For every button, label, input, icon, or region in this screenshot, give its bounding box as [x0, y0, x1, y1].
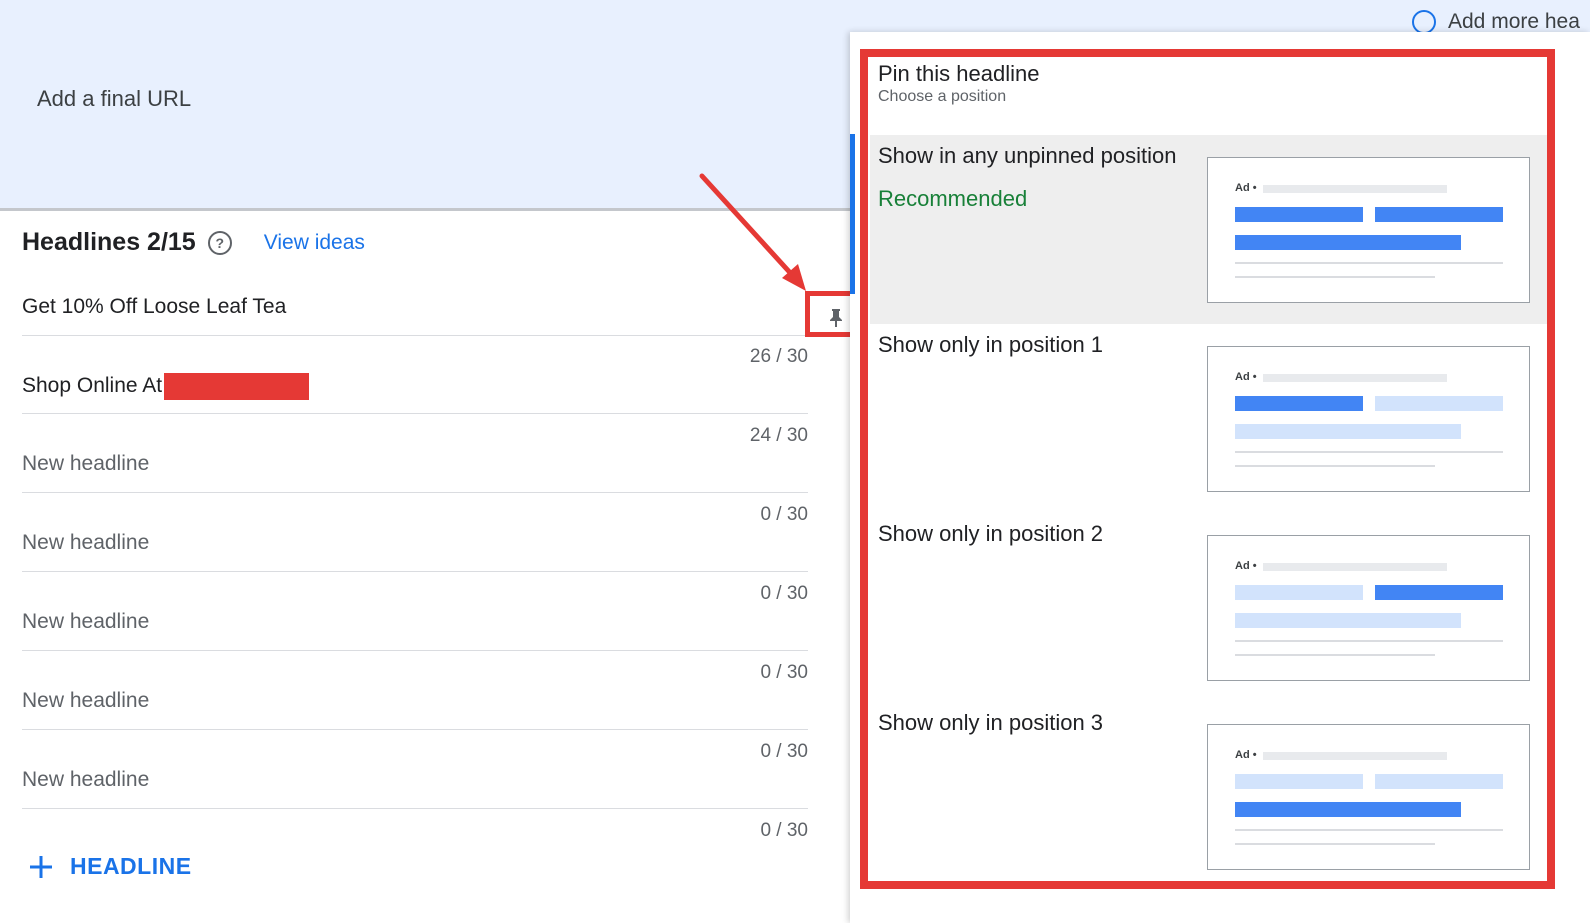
input-underline	[22, 413, 808, 414]
preview-url-bar	[1263, 185, 1447, 193]
preview-headline-2	[1375, 396, 1503, 411]
pin-panel-subtitle: Choose a position	[878, 88, 1007, 105]
preview-description-line	[1235, 654, 1435, 656]
ad-preview: Ad •	[1207, 157, 1530, 303]
option-label: Show in any unpinned position	[878, 143, 1177, 168]
panel-accent-bar	[850, 134, 855, 294]
character-counter: 0 / 30	[760, 662, 808, 683]
preview-headline-3	[1235, 802, 1461, 817]
preview-headline-2	[1375, 207, 1503, 222]
ad-preview: Ad •	[1207, 535, 1530, 681]
preview-description-line	[1235, 276, 1435, 278]
headlines-header: Headlines 2/15 ? View ideas	[22, 228, 365, 257]
preview-description-line	[1235, 465, 1435, 467]
ad-preview: Ad •	[1207, 346, 1530, 492]
character-counter: 0 / 30	[760, 504, 808, 525]
headline-input[interactable]: New headline	[22, 768, 149, 792]
ad-preview: Ad •	[1207, 724, 1530, 870]
character-counter: 26 / 30	[749, 346, 808, 367]
position-option-3[interactable]: Show only in position 3 Ad •	[870, 702, 1550, 891]
input-underline	[22, 335, 808, 336]
headline-row[interactable]: 0 / 30 New headline	[22, 571, 808, 650]
preview-headline-1	[1235, 774, 1363, 789]
input-underline	[22, 650, 808, 651]
ad-label: Ad •	[1235, 749, 1257, 761]
preview-headline-3	[1235, 613, 1461, 628]
preview-description-line	[1235, 640, 1503, 642]
input-underline	[22, 571, 808, 572]
preview-url-bar	[1263, 374, 1447, 382]
character-counter: 0 / 30	[760, 741, 808, 762]
add-more-label: Add more hea	[1448, 10, 1580, 33]
headline-input[interactable]: New headline	[22, 610, 149, 634]
pin-panel-title: Pin this headline	[878, 61, 1040, 86]
headline-input[interactable]: New headline	[22, 689, 149, 713]
preview-headline-2	[1375, 585, 1503, 600]
headlines-title: Headlines 2/15	[22, 228, 196, 256]
headline-row[interactable]: 26 / 30 Shop Online At	[22, 335, 808, 414]
headline-row[interactable]: 0 / 30 New headline	[22, 650, 808, 729]
preview-headline-3	[1235, 424, 1461, 439]
preview-headline-2	[1375, 774, 1503, 789]
option-label: Show only in position 3	[878, 710, 1104, 735]
preview-description-line	[1235, 451, 1503, 453]
headline-input[interactable]: New headline	[22, 531, 149, 555]
preview-headline-3	[1235, 235, 1461, 250]
preview-url-bar	[1263, 752, 1447, 760]
add-more-headlines-option[interactable]: Add more hea	[1412, 10, 1580, 34]
add-headline-label: HEADLINE	[70, 853, 192, 879]
headline-row[interactable]: 0 / 30 New headline	[22, 729, 808, 808]
help-icon[interactable]: ?	[207, 230, 232, 255]
option-label: Show only in position 2	[878, 521, 1104, 546]
headline-row: 0 / 30	[22, 808, 808, 848]
pin-icon[interactable]	[829, 308, 843, 328]
character-counter: 0 / 30	[760, 820, 808, 841]
preview-description-line	[1235, 829, 1503, 831]
input-underline	[22, 808, 808, 809]
radio-icon[interactable]	[1412, 10, 1436, 34]
preview-headline-1	[1235, 207, 1363, 222]
headline-input[interactable]: Shop Online At	[22, 373, 310, 400]
preview-headline-1	[1235, 585, 1363, 600]
input-underline	[22, 729, 808, 730]
position-option-2[interactable]: Show only in position 2 Ad •	[870, 513, 1550, 702]
recommended-label: Recommended	[878, 186, 1028, 211]
annotation-arrow	[699, 173, 806, 291]
ad-label: Ad •	[1235, 182, 1257, 194]
input-underline	[22, 492, 808, 493]
plus-icon	[30, 855, 52, 878]
add-headline-button[interactable]: HEADLINE	[28, 853, 192, 880]
character-counter: 0 / 30	[760, 583, 808, 604]
option-label: Show only in position 1	[878, 332, 1104, 357]
character-counter: 24 / 30	[749, 425, 808, 446]
ad-label: Ad •	[1235, 560, 1257, 572]
preview-description-line	[1235, 843, 1435, 845]
preview-headline-1	[1235, 396, 1363, 411]
headline-input[interactable]: New headline	[22, 452, 149, 476]
ad-label: Ad •	[1235, 371, 1257, 383]
headline-text: Shop Online At	[22, 374, 163, 398]
headline-input[interactable]: Get 10% Off Loose Leaf Tea	[22, 295, 286, 319]
headline-row[interactable]: 0 / 30 New headline	[22, 492, 808, 571]
final-url-label[interactable]: Add a final URL	[37, 86, 191, 112]
redacted-block	[164, 373, 310, 400]
preview-description-line	[1235, 262, 1503, 264]
view-ideas-link[interactable]: View ideas	[264, 231, 365, 255]
position-option-1[interactable]: Show only in position 1 Ad •	[870, 324, 1550, 513]
position-option-any[interactable]: Show in any unpinned position Recommende…	[870, 135, 1550, 324]
preview-url-bar	[1263, 563, 1447, 571]
headline-row[interactable]: 24 / 30 New headline	[22, 413, 808, 492]
